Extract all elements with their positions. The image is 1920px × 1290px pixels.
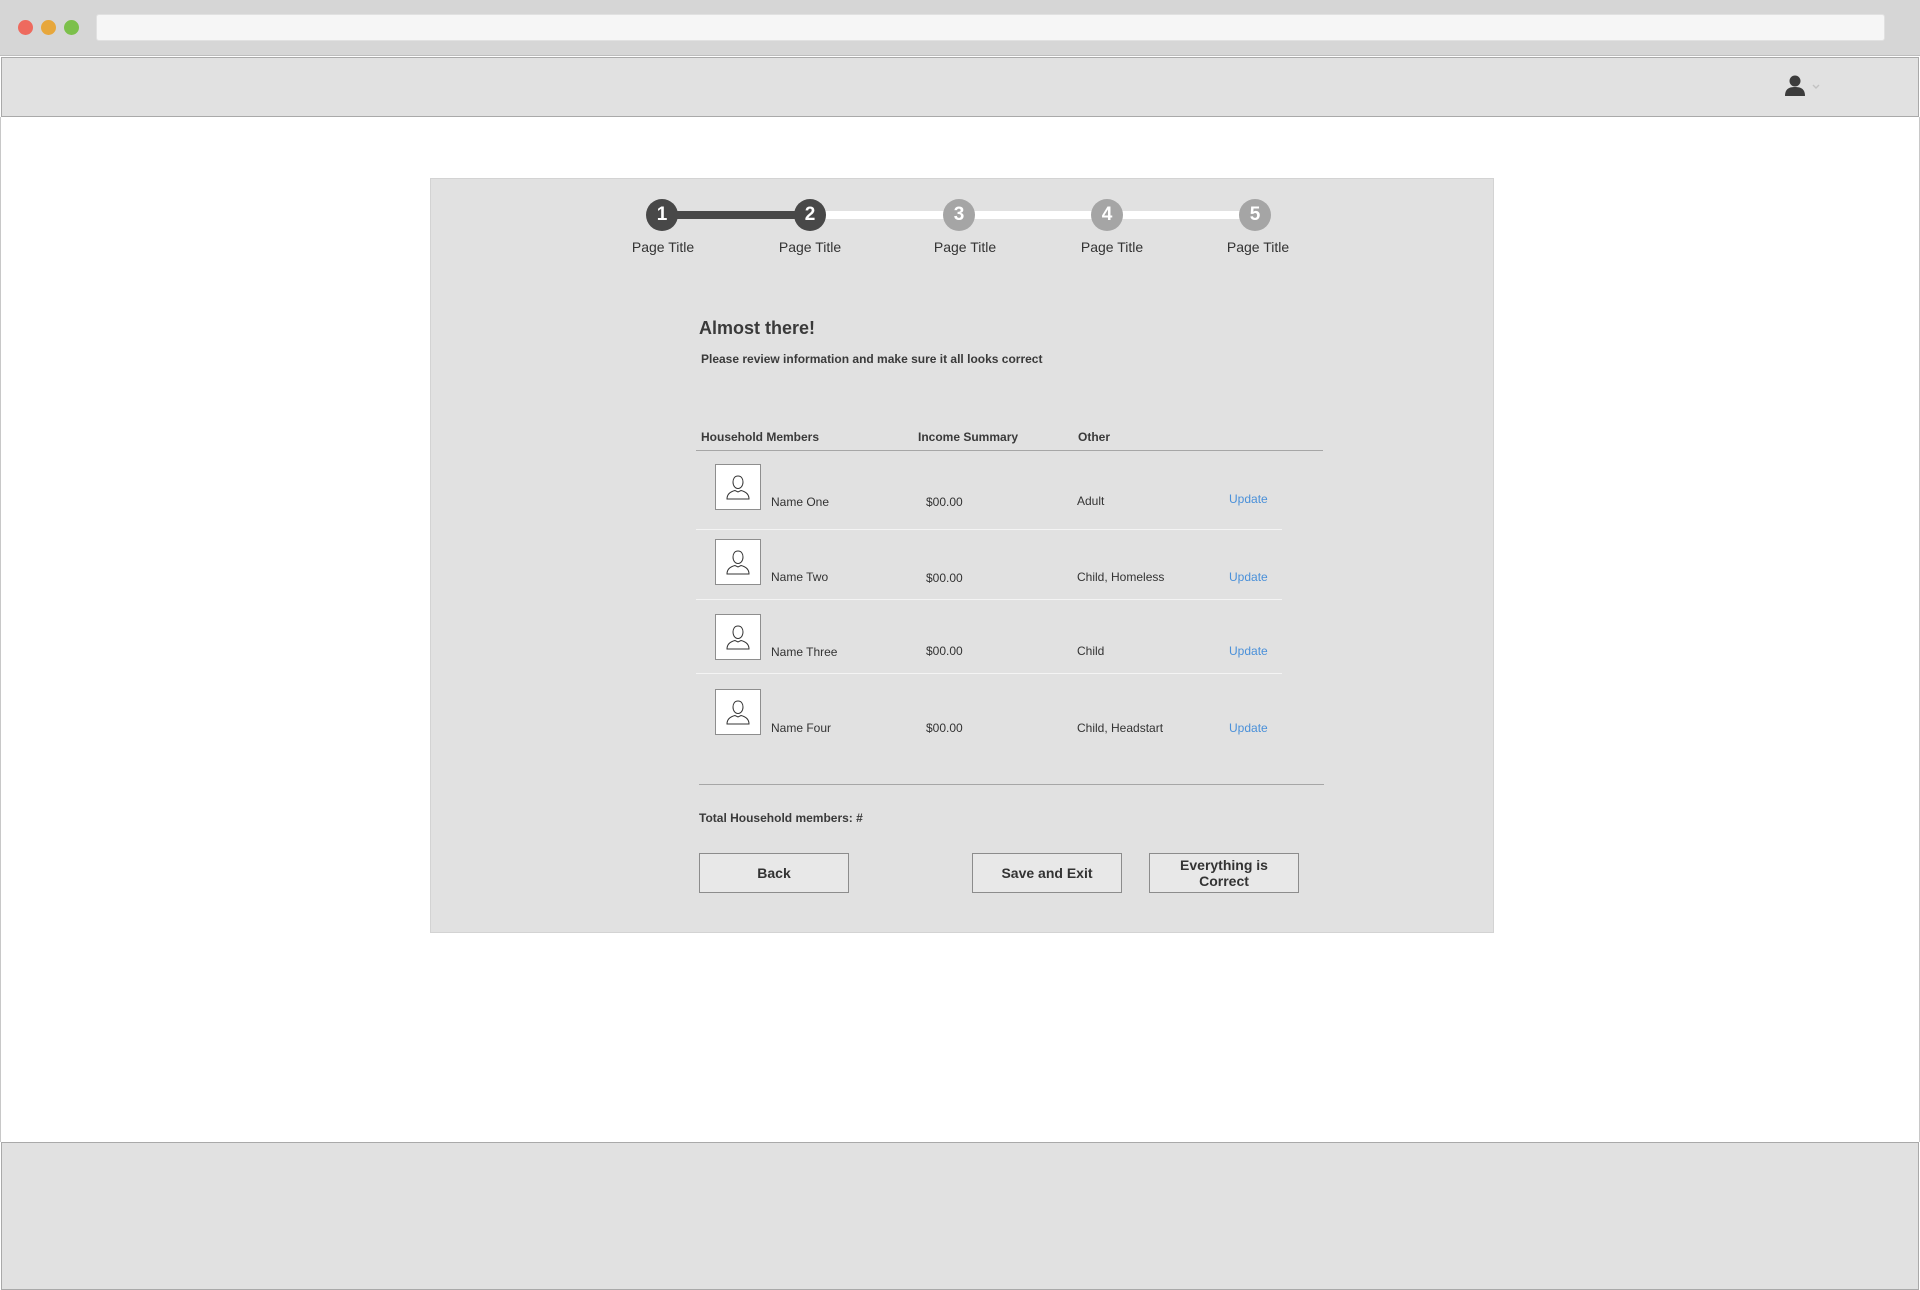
member-name: Name Four: [771, 721, 832, 735]
update-link[interactable]: Update: [1229, 492, 1268, 506]
member-income: $00.00: [926, 721, 963, 735]
user-menu[interactable]: [1784, 74, 1828, 100]
page-title: Almost there!: [699, 318, 816, 338]
step-3-label: Page Title: [933, 239, 997, 255]
step-5-label: Page Title: [1226, 239, 1290, 255]
member-income: $00.00: [926, 495, 963, 509]
table-footer-divider: [699, 784, 1324, 785]
step-1-marker[interactable]: 1: [646, 199, 678, 231]
step-5-marker[interactable]: 5: [1239, 199, 1271, 231]
member-other: Child, Homeless: [1077, 570, 1165, 584]
member-name: Name One: [771, 495, 830, 509]
step-4-label: Page Title: [1080, 239, 1144, 255]
step-2-marker[interactable]: 2: [794, 199, 826, 231]
person-silhouette-icon: [726, 700, 750, 725]
stepper-track-remaining: [810, 211, 1254, 219]
address-bar[interactable]: [96, 14, 1885, 41]
app-header: [1, 57, 1919, 117]
left-border: [0, 117, 1, 1142]
back-button[interactable]: Back: [699, 853, 849, 893]
save-and-exit-button[interactable]: Save and Exit: [972, 853, 1122, 893]
column-header-members: Household Members: [701, 430, 820, 444]
person-silhouette-icon: [726, 475, 750, 500]
browser-chrome: [0, 0, 1920, 56]
member-other: Child: [1077, 644, 1105, 658]
member-income: $00.00: [926, 571, 963, 585]
member-other: Adult: [1077, 494, 1105, 508]
member-avatar: [715, 689, 761, 735]
page-subtitle: Please review information and make sure …: [701, 352, 1043, 366]
column-header-other: Other: [1078, 430, 1111, 444]
member-avatar: [715, 614, 761, 660]
member-avatar: [715, 539, 761, 585]
total-household-members: Total Household members: #: [699, 811, 863, 825]
progress-stepper: 1 2 3 4 5 Page Title Page Title Page Tit…: [431, 179, 1493, 269]
update-link[interactable]: Update: [1229, 570, 1268, 584]
step-2-label: Page Title: [778, 239, 842, 255]
step-4-marker[interactable]: 4: [1091, 199, 1123, 231]
step-1-label: Page Title: [631, 239, 695, 255]
member-name: Name Three: [771, 645, 838, 659]
member-other: Child, Headstart: [1077, 721, 1164, 735]
person-silhouette-icon: [726, 550, 750, 575]
update-link[interactable]: Update: [1229, 721, 1268, 735]
member-name: Name Two: [771, 570, 829, 584]
member-avatar: [715, 464, 761, 510]
chevron-down-icon: [1812, 84, 1820, 89]
maximize-window-button[interactable]: [64, 20, 79, 35]
row-divider: [696, 599, 1282, 600]
close-window-button[interactable]: [18, 20, 33, 35]
member-income: $00.00: [926, 644, 963, 658]
minimize-window-button[interactable]: [41, 20, 56, 35]
everything-correct-button[interactable]: Everything is Correct: [1149, 853, 1299, 893]
update-link[interactable]: Update: [1229, 644, 1268, 658]
table-header-divider: [696, 450, 1323, 451]
row-divider: [696, 673, 1282, 674]
person-silhouette-icon: [726, 625, 750, 650]
app-footer: [1, 1142, 1919, 1290]
step-3-marker[interactable]: 3: [943, 199, 975, 231]
row-divider: [696, 529, 1282, 530]
user-icon: [1785, 75, 1820, 96]
column-header-income: Income Summary: [918, 430, 1019, 444]
review-panel: 1 2 3 4 5 Page Title Page Title Page Tit…: [430, 178, 1494, 933]
stepper-track-complete: [662, 211, 810, 219]
